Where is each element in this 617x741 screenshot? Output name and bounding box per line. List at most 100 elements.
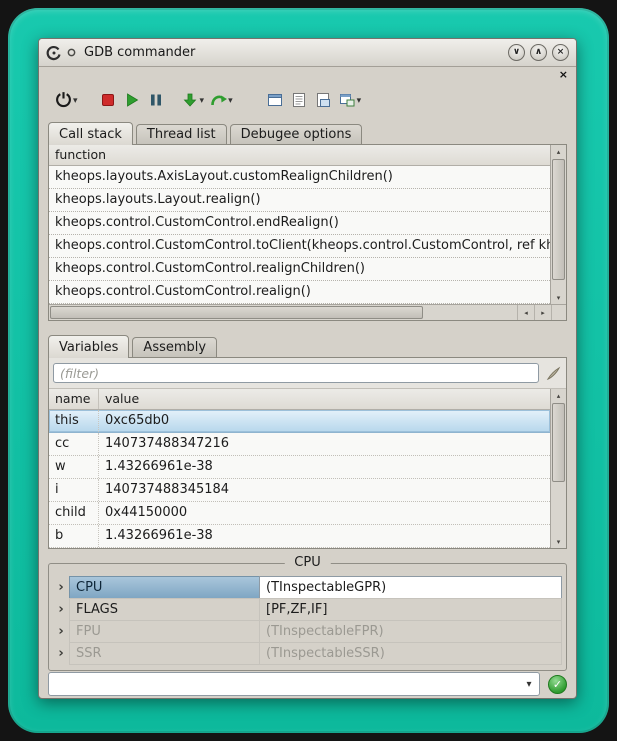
dock-header: ×: [39, 67, 576, 82]
desktop-background: GDB commander ∨ ∧ × × ▾: [0, 0, 617, 741]
scrollbar-thumb[interactable]: [552, 159, 565, 280]
check-icon: ✓: [553, 678, 562, 691]
variable-name: b: [49, 525, 99, 547]
register-group-value: [PF,ZF,IF]: [259, 598, 562, 621]
app-badge-icon: [67, 48, 76, 57]
power-menu-arrow-icon[interactable]: ▾: [73, 96, 78, 106]
variable-value: 1.43266961e-38: [99, 456, 550, 478]
run-button[interactable]: [120, 88, 144, 114]
cpu-register-row[interactable]: › SSR (TInspectableSSR): [53, 642, 562, 665]
variable-row[interactable]: b 1.43266961e-38: [49, 525, 550, 548]
dock-close-button[interactable]: ×: [559, 69, 568, 80]
watch-menu-arrow-icon[interactable]: ▾: [357, 96, 362, 106]
command-combobox[interactable]: ▾: [48, 672, 540, 696]
variable-row[interactable]: cc 140737488347216: [49, 433, 550, 456]
callstack-horizontal-scrollbar[interactable]: ◂ ▸: [49, 304, 566, 320]
tab-thread-list[interactable]: Thread list: [136, 124, 227, 144]
show-watch-button[interactable]: [335, 88, 359, 114]
scroll-down-icon[interactable]: ▾: [551, 291, 566, 304]
expander-icon[interactable]: ›: [53, 642, 69, 665]
variable-row[interactable]: this 0xc65db0: [49, 410, 550, 433]
close-icon: ×: [557, 48, 565, 57]
scroll-down-icon[interactable]: ▾: [551, 535, 566, 548]
scrollbar-thumb[interactable]: [50, 306, 423, 319]
close-window-button[interactable]: ×: [552, 44, 569, 61]
roll-up-button[interactable]: ∧: [530, 44, 547, 61]
tab-call-stack[interactable]: Call stack: [48, 122, 133, 145]
tab-variables[interactable]: Variables: [48, 335, 129, 358]
expander-icon[interactable]: ›: [53, 598, 69, 621]
power-button[interactable]: [51, 88, 75, 114]
variables-header: name value: [49, 389, 550, 410]
titlebar[interactable]: GDB commander ∨ ∧ ×: [39, 39, 576, 67]
combobox-arrow-icon[interactable]: ▾: [519, 679, 539, 690]
callstack-row[interactable]: kheops.control.CustomControl.realignChil…: [49, 258, 550, 281]
tab-assembly[interactable]: Assembly: [132, 337, 217, 357]
variable-value: 1.43266961e-38: [99, 525, 550, 547]
scroll-up-icon[interactable]: ▴: [551, 389, 566, 402]
clear-filter-icon[interactable]: [544, 366, 562, 381]
step-over-menu-arrow-icon[interactable]: ▾: [228, 96, 233, 106]
callstack-row[interactable]: kheops.control.CustomControl.toClient(kh…: [49, 235, 550, 258]
column-header-value[interactable]: value: [99, 389, 550, 409]
middle-tabbar: Variables Assembly: [39, 333, 576, 357]
scroll-up-icon[interactable]: ▴: [551, 145, 566, 158]
column-header-name[interactable]: name: [49, 389, 99, 409]
show-form-button[interactable]: [263, 88, 287, 114]
scrollbar-thumb[interactable]: [552, 403, 565, 482]
gdb-commander-window: GDB commander ∨ ∧ × × ▾: [38, 38, 577, 699]
filter-input[interactable]: [53, 363, 539, 383]
callstack-column-header[interactable]: function: [49, 145, 550, 166]
callstack-row[interactable]: kheops.control.CustomControl.endRealign(…: [49, 212, 550, 235]
submit-command-button[interactable]: ✓: [548, 675, 567, 694]
cpu-register-row[interactable]: › CPU (TInspectableGPR): [53, 576, 562, 599]
expander-icon[interactable]: ›: [53, 576, 69, 599]
callstack-row[interactable]: kheops.control.CustomControl.realign(): [49, 281, 550, 304]
variable-row[interactable]: i 140737488345184: [49, 479, 550, 502]
register-group-value: (TInspectableFPR): [259, 620, 562, 643]
variable-name: i: [49, 479, 99, 501]
step-into-button[interactable]: [178, 88, 202, 114]
step-into-menu-arrow-icon[interactable]: ▾: [200, 96, 205, 106]
expander-icon[interactable]: ›: [53, 620, 69, 643]
command-row: ▾ ✓: [48, 671, 567, 697]
variables-list: this 0xc65db0 cc 140737488347216 w 1.432…: [49, 410, 550, 548]
callstack-vertical-scrollbar[interactable]: ▴ ▾: [550, 145, 566, 304]
pause-button[interactable]: [144, 88, 168, 114]
log-icon: [291, 92, 307, 111]
scrollbar-track[interactable]: [49, 305, 517, 320]
cpu-register-row[interactable]: › FPU (TInspectableFPR): [53, 620, 562, 643]
cpu-groupbox-title: CPU: [284, 555, 330, 570]
show-memory-button[interactable]: [311, 88, 335, 114]
call-stack-panel: function kheops.layouts.AxisLayout.custo…: [48, 144, 567, 321]
roll-down-button[interactable]: ∨: [508, 44, 525, 61]
stop-button[interactable]: [96, 88, 120, 114]
callstack-row[interactable]: kheops.layouts.AxisLayout.customRealignC…: [49, 166, 550, 189]
scrollbar-corner: [551, 305, 566, 320]
scroll-left-icon[interactable]: ◂: [517, 305, 534, 320]
scrollbar-track[interactable]: [551, 158, 566, 291]
app-icon: [46, 45, 62, 61]
top-tabbar: Call stack Thread list Debugee options: [39, 120, 576, 144]
variable-value: 0xc65db0: [99, 410, 550, 432]
variable-value: 140737488347216: [99, 433, 550, 455]
callstack-row[interactable]: kheops.layouts.Layout.realign(): [49, 189, 550, 212]
variable-name: this: [49, 410, 99, 432]
scrollbar-track[interactable]: [551, 402, 566, 535]
show-log-button[interactable]: [287, 88, 311, 114]
pause-icon: [148, 92, 164, 111]
register-group-value[interactable]: (TInspectableGPR): [259, 576, 562, 599]
step-over-button[interactable]: [206, 88, 230, 114]
power-icon: [55, 91, 72, 111]
cpu-register-row[interactable]: › FLAGS [PF,ZF,IF]: [53, 598, 562, 621]
variable-name: cc: [49, 433, 99, 455]
variable-name: child: [49, 502, 99, 524]
variable-row[interactable]: child 0x44150000: [49, 502, 550, 525]
tab-debugee-options[interactable]: Debugee options: [230, 124, 363, 144]
variable-row[interactable]: w 1.43266961e-38: [49, 456, 550, 479]
variables-vertical-scrollbar[interactable]: ▴ ▾: [550, 389, 566, 548]
decorative-window-frame: GDB commander ∨ ∧ × × ▾: [8, 8, 609, 733]
scroll-right-icon[interactable]: ▸: [534, 305, 551, 320]
variable-value: 0x44150000: [99, 502, 550, 524]
form-icon: [267, 92, 283, 111]
